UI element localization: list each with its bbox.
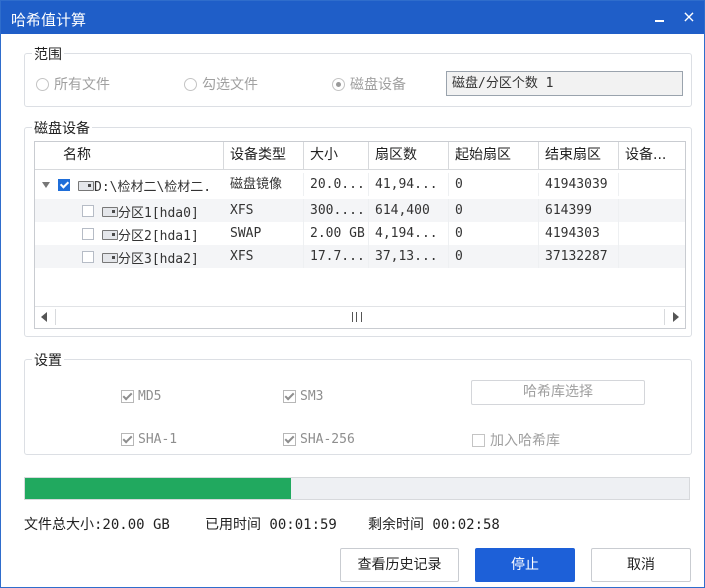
scroll-left-icon[interactable] <box>41 312 47 322</box>
table-row[interactable]: D:\检材二\检材二. 磁盘镜像 20.0... 41,94... 0 4194… <box>35 173 685 196</box>
table-header: 名称 设备类型 大小 扇区数 起始扇区 结束扇区 设备... <box>35 142 685 170</box>
checkbox-box <box>283 433 296 446</box>
checkbox-box <box>121 433 134 446</box>
radio-dot <box>36 77 49 91</box>
radio-dot-selected <box>332 77 345 91</box>
row-type: SWAP <box>224 222 304 245</box>
radio-disk-devices[interactable]: 磁盘设备 <box>332 74 406 94</box>
row-start: 0 <box>449 222 539 245</box>
col-device-type[interactable]: 设备类型 <box>224 142 304 169</box>
row-size: 300.... <box>304 199 369 222</box>
row-start: 0 <box>449 245 539 268</box>
checkbox-box <box>472 433 485 447</box>
checkbox-box <box>121 390 134 403</box>
row-checkbox[interactable] <box>82 251 94 263</box>
row-type: 磁盘镜像 <box>224 173 304 196</box>
disk-devices-group-label: 磁盘设备 <box>32 118 92 138</box>
disk-table: 名称 设备类型 大小 扇区数 起始扇区 结束扇区 设备... D:\检材二\检材… <box>34 141 686 329</box>
row-checkbox[interactable] <box>58 179 70 191</box>
row-size: 17.7... <box>304 245 369 268</box>
row-end: 37132287 <box>539 245 619 268</box>
row-size: 20.0... <box>304 173 369 196</box>
remaining-time-text: 剩余时间 00:02:58 <box>368 517 500 533</box>
cancel-button[interactable]: 取消 <box>591 548 691 582</box>
minimize-icon[interactable] <box>653 7 667 27</box>
col-size[interactable]: 大小 <box>304 142 369 169</box>
progress-fill <box>25 478 291 499</box>
checkbox-md5[interactable]: MD5 <box>121 389 161 404</box>
checkbox-sha1-label: SHA-1 <box>138 432 178 447</box>
table-row[interactable]: 分区1[hda0] XFS 300.... 614,400 0 614399 <box>35 199 685 222</box>
checkbox-sm3-label: SM3 <box>300 389 324 404</box>
row-type: XFS <box>224 199 304 222</box>
row-name: 分区1[hda0] <box>118 206 199 221</box>
col-sectors[interactable]: 扇区数 <box>369 142 449 169</box>
scroll-thumb-grip-icon[interactable] <box>352 312 362 322</box>
progress-bar <box>24 477 690 500</box>
row-name: 分区3[hda2] <box>118 252 199 267</box>
close-icon[interactable]: × <box>681 7 697 27</box>
row-device <box>619 245 685 268</box>
checkbox-sha256[interactable]: SHA-256 <box>283 432 355 447</box>
row-sectors: 4,194... <box>369 222 449 245</box>
table-row[interactable]: 分区3[hda2] XFS 17.7... 37,13... 0 3713228… <box>35 245 685 268</box>
hash-library-button[interactable]: 哈希库选择 <box>471 380 645 405</box>
row-start: 0 <box>449 199 539 222</box>
row-device <box>619 199 685 222</box>
row-name: 分区2[hda1] <box>118 229 199 244</box>
row-device <box>619 173 685 196</box>
total-size-text: 文件总大小:20.00 GB <box>24 517 170 533</box>
checkbox-add-to-hash-library-label: 加入哈希库 <box>490 433 560 449</box>
collapse-arrow-icon[interactable] <box>42 182 50 188</box>
elapsed-time-text: 已用时间 00:01:59 <box>205 517 337 533</box>
row-end: 41943039 <box>539 173 619 196</box>
disk-icon <box>78 181 94 191</box>
checkbox-sha256-label: SHA-256 <box>300 432 355 447</box>
checkbox-box <box>283 390 296 403</box>
row-sectors: 614,400 <box>369 199 449 222</box>
horizontal-scrollbar[interactable] <box>35 306 685 327</box>
row-sectors: 41,94... <box>369 173 449 196</box>
row-start: 0 <box>449 173 539 196</box>
checkbox-add-to-hash-library[interactable]: 加入哈希库 <box>472 430 560 450</box>
settings-group-label: 设置 <box>32 350 64 370</box>
radio-dot <box>184 77 197 91</box>
partition-icon <box>102 230 118 240</box>
scroll-track[interactable] <box>55 309 665 325</box>
checkbox-sha1[interactable]: SHA-1 <box>121 432 177 447</box>
col-end-sector[interactable]: 结束扇区 <box>539 142 619 169</box>
scroll-right-icon[interactable] <box>673 312 679 322</box>
checkbox-md5-label: MD5 <box>138 389 162 404</box>
row-type: XFS <box>224 245 304 268</box>
col-start-sector[interactable]: 起始扇区 <box>449 142 539 169</box>
disk-count-field: 磁盘/分区个数 1 <box>446 71 683 96</box>
row-checkbox[interactable] <box>82 205 94 217</box>
scope-group-label: 范围 <box>32 44 64 64</box>
window-title: 哈希值计算 <box>11 11 87 29</box>
table-row[interactable]: 分区2[hda1] SWAP 2.00 GB 4,194... 0 419430… <box>35 222 685 245</box>
row-end: 614399 <box>539 199 619 222</box>
col-device[interactable]: 设备... <box>619 142 685 169</box>
row-end: 4194303 <box>539 222 619 245</box>
partition-icon <box>102 207 118 217</box>
stop-button[interactable]: 停止 <box>475 548 575 582</box>
row-name: D:\检材二\检材二. <box>94 180 212 195</box>
view-history-button[interactable]: 查看历史记录 <box>340 548 459 582</box>
row-size: 2.00 GB <box>304 222 369 245</box>
radio-checked-files-label: 勾选文件 <box>202 77 258 93</box>
col-name[interactable]: 名称 <box>35 142 224 169</box>
partition-icon <box>102 253 118 263</box>
radio-disk-devices-label: 磁盘设备 <box>350 77 406 93</box>
checkbox-sm3[interactable]: SM3 <box>283 389 323 404</box>
row-sectors: 37,13... <box>369 245 449 268</box>
radio-checked-files[interactable]: 勾选文件 <box>184 74 258 94</box>
hash-calc-window: 哈希值计算 × 范围 所有文件 勾选文件 磁盘设备 磁盘/分区个数 1 磁盘设备… <box>0 0 705 588</box>
row-checkbox[interactable] <box>82 228 94 240</box>
radio-all-files[interactable]: 所有文件 <box>36 74 110 94</box>
radio-all-files-label: 所有文件 <box>54 77 110 93</box>
row-device <box>619 222 685 245</box>
title-bar: 哈希值计算 × <box>1 1 704 34</box>
